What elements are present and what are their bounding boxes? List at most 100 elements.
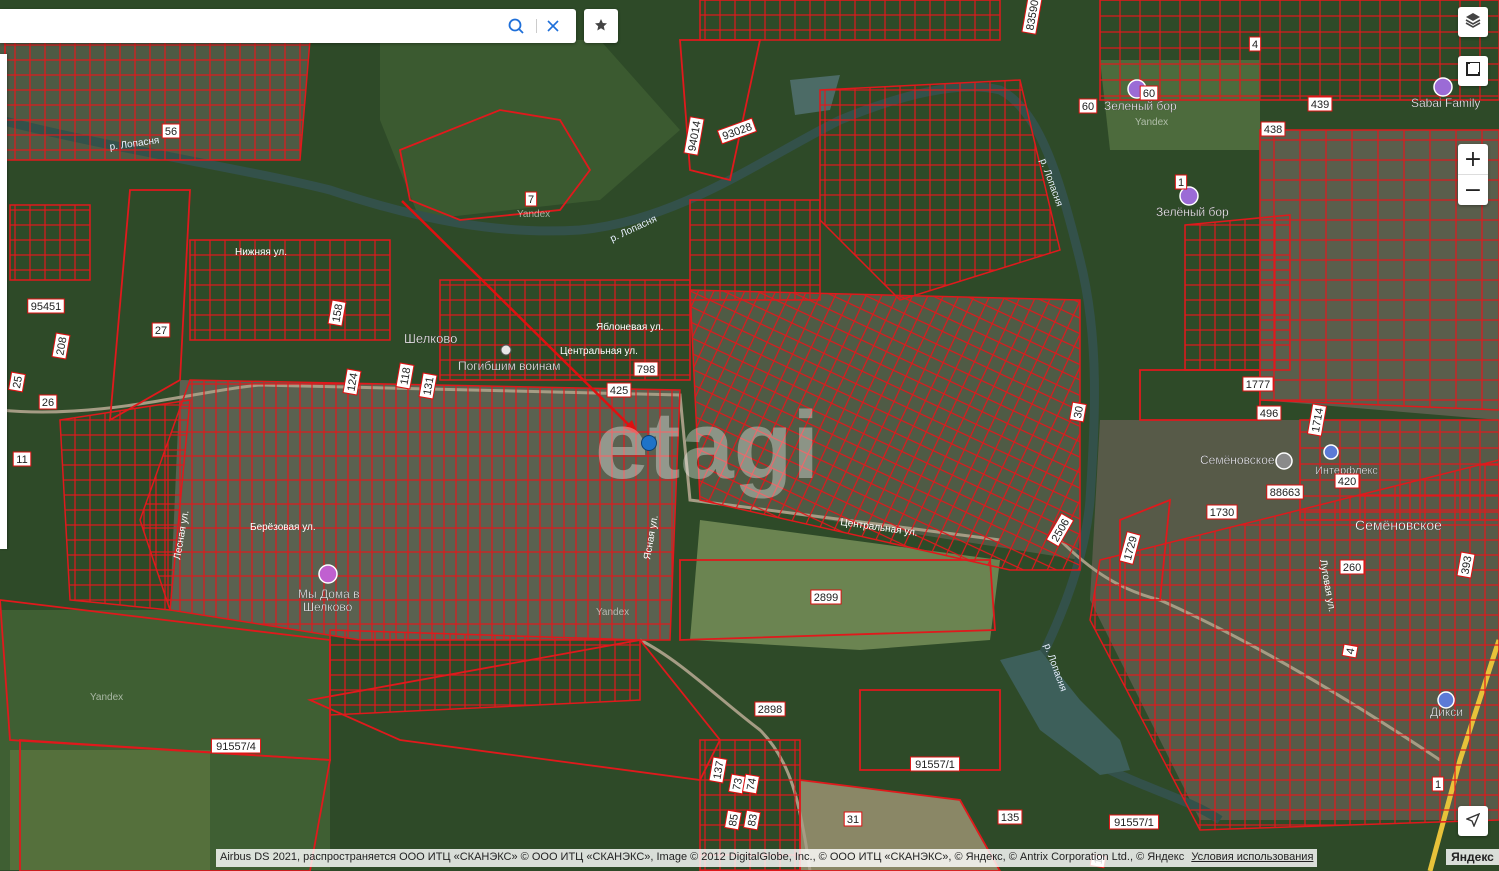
playground-icon[interactable]	[1179, 186, 1199, 206]
yandex-mark: Yandex	[90, 692, 123, 703]
svg-text:88663: 88663	[1270, 487, 1301, 499]
parcel-number[interactable]: 60	[1139, 85, 1159, 101]
ruler-icon	[1465, 61, 1481, 81]
street-label: Нижняя ул.	[235, 247, 287, 258]
place-sabai-family: Sabai Family	[1411, 96, 1480, 110]
parcel-number[interactable]: 798	[633, 361, 659, 377]
copyright-text: Airbus DS 2021, распространяется ООО ИТЦ…	[220, 851, 1185, 863]
street-label: Берёзовая ул.	[250, 522, 316, 533]
parcel-number[interactable]: 56	[161, 123, 181, 139]
monument-icon[interactable]	[500, 344, 512, 356]
parcel-number[interactable]: 91557/1	[1108, 814, 1160, 830]
ruler-button[interactable]	[1458, 56, 1488, 86]
shop-icon[interactable]	[1437, 691, 1455, 709]
parcel-number[interactable]: 1730	[1206, 504, 1238, 520]
svg-text:25: 25	[11, 375, 25, 389]
svg-text:26: 26	[42, 397, 54, 409]
parcel-number[interactable]: 2898	[754, 701, 786, 717]
zoom-control: + −	[1458, 144, 1488, 205]
parcel-number[interactable]: 425	[606, 382, 632, 398]
parcel-number[interactable]: 95451	[27, 298, 65, 314]
star-icon	[594, 17, 608, 36]
parcel-number[interactable]: 31	[843, 811, 863, 827]
yandex-mark: Yandex	[596, 607, 629, 618]
parcel-number[interactable]: 26	[38, 394, 58, 410]
svg-text:74: 74	[745, 777, 759, 791]
layers-button[interactable]	[1458, 7, 1488, 37]
parcel-number[interactable]: 260	[1339, 559, 1365, 575]
parcel-number[interactable]: 25	[7, 371, 27, 393]
parcel-number[interactable]: 420	[1334, 473, 1360, 489]
svg-text:56: 56	[165, 126, 177, 138]
locate-button[interactable]	[1458, 806, 1488, 836]
parcel-number[interactable]: 4	[1341, 643, 1359, 659]
watermark: etagi	[595, 392, 819, 499]
svg-text:1: 1	[1178, 177, 1184, 189]
place-my-doma: Шелково	[303, 600, 353, 614]
svg-text:798: 798	[637, 364, 655, 376]
yandex-mark: Yandex	[1135, 117, 1168, 128]
parcel-number[interactable]: 91557/1	[909, 756, 961, 772]
parcel-number[interactable]: 135	[997, 809, 1023, 825]
parcel-number[interactable]: 83	[742, 809, 762, 831]
terms-link[interactable]: Условия использования	[1191, 851, 1313, 863]
side-panel-edge[interactable]	[0, 54, 7, 549]
svg-text:60: 60	[1082, 101, 1094, 113]
svg-text:11: 11	[16, 454, 27, 466]
yandex-logo[interactable]: Яндекс	[1446, 849, 1499, 865]
parcel-number[interactable]: 85	[723, 809, 743, 831]
parcel-number[interactable]: 438	[1260, 121, 1286, 137]
svg-text:91557/1: 91557/1	[1114, 817, 1154, 829]
svg-text:496: 496	[1260, 408, 1278, 420]
parcel-number[interactable]: 30	[1068, 401, 1088, 423]
parcel-number[interactable]: 27	[151, 322, 171, 338]
company-icon[interactable]	[318, 564, 338, 584]
svg-text:91557/4: 91557/4	[216, 741, 256, 753]
parcel-number[interactable]: 74	[741, 773, 761, 795]
place-zeleny-bor: Зеленый бор	[1104, 99, 1177, 113]
location-pin-icon[interactable]	[641, 435, 657, 451]
parcel-number[interactable]: 1	[1431, 776, 1445, 792]
parcel-number[interactable]: 88663	[1266, 484, 1304, 500]
svg-text:91557/1: 91557/1	[915, 759, 955, 771]
search-bar[interactable]	[0, 9, 576, 43]
zoom-in-button[interactable]: +	[1458, 144, 1488, 174]
search-icon[interactable]	[507, 17, 525, 35]
parcel-number[interactable]: 4	[1248, 36, 1262, 52]
map-copyright: Airbus DS 2021, распространяется ООО ИТЦ…	[216, 849, 1318, 867]
place-my-doma: Мы Дома в	[298, 587, 360, 601]
search-separator	[536, 19, 537, 33]
zoom-out-button[interactable]: −	[1458, 175, 1488, 205]
satellite-map[interactable]: etagi Шелково Погибшим воинам Зеленый бо…	[0, 0, 1499, 871]
svg-text:95451: 95451	[31, 301, 62, 313]
street-label: Яблоневая ул.	[596, 321, 663, 333]
parcel-number[interactable]: 91557/4	[210, 738, 262, 754]
place-semenovskoe: Семёновское	[1200, 453, 1275, 467]
svg-text:438: 438	[1264, 124, 1282, 136]
shop-icon[interactable]	[1323, 444, 1339, 460]
parcel-number[interactable]: 1777	[1242, 376, 1274, 392]
bookmark-button[interactable]	[584, 9, 618, 43]
parcel-number[interactable]: 439	[1307, 96, 1333, 112]
svg-text:4: 4	[1252, 39, 1258, 51]
parcel-number[interactable]: 2899	[810, 589, 842, 605]
svg-text:60: 60	[1143, 88, 1155, 100]
parcel-number[interactable]: 496	[1256, 405, 1282, 421]
playground-icon[interactable]	[1433, 77, 1453, 97]
field-area	[10, 750, 210, 870]
svg-text:135: 135	[1001, 812, 1019, 824]
yandex-mark: Yandex	[517, 209, 550, 220]
place-semenovskoe-large: Семёновское	[1355, 517, 1442, 533]
parcel-number[interactable]: 60	[1078, 98, 1098, 114]
parcel-number[interactable]: 7	[524, 191, 538, 207]
svg-text:85: 85	[727, 813, 741, 827]
close-icon[interactable]	[545, 18, 561, 34]
svg-text:31: 31	[847, 814, 859, 826]
parcel-number[interactable]: 11	[12, 451, 32, 467]
svg-text:2899: 2899	[814, 592, 838, 604]
svg-text:27: 27	[155, 325, 167, 337]
parcel-number[interactable]: 1	[1174, 174, 1188, 190]
search-input[interactable]	[0, 9, 510, 43]
place-icon[interactable]	[1275, 452, 1293, 470]
svg-text:1777: 1777	[1246, 379, 1270, 391]
